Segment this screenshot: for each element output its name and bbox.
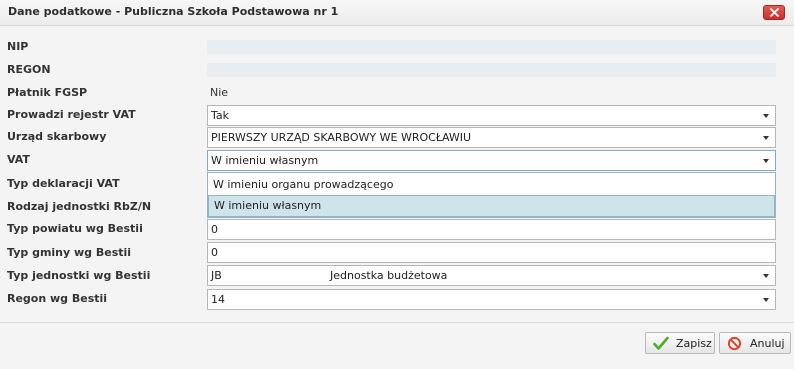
chevron-down-icon xyxy=(763,114,769,118)
close-x-icon xyxy=(770,8,779,17)
typ-gminy-label: Typ gminy wg Bestii xyxy=(7,246,132,259)
save-label: Zapisz xyxy=(676,337,712,350)
vat-value: W imieniu własnym xyxy=(211,154,319,167)
urzad-select[interactable]: PIERWSZY URZĄD SKARBOWY WE WROCŁAWIU xyxy=(207,127,776,148)
vat-select[interactable]: W imieniu własnym xyxy=(207,150,776,171)
platnik-fgsp-value: Nie xyxy=(210,86,229,99)
dialog-titlebar: Dane podatkowe - Publiczna Szkoła Podsta… xyxy=(0,0,794,26)
vat-dropdown-list: W imieniu organu prowadzącego W imieniu … xyxy=(207,172,776,218)
chevron-down-icon xyxy=(763,274,769,278)
vat-label: VAT xyxy=(7,153,30,166)
typ-jednostki-select[interactable]: JB Jednostka budżetowa xyxy=(207,265,776,286)
urzad-value: PIERWSZY URZĄD SKARBOWY WE WROCŁAWIU xyxy=(211,131,472,144)
dialog-title: Dane podatkowe - Publiczna Szkoła Podsta… xyxy=(8,5,339,18)
nip-label: NIP xyxy=(7,40,29,53)
cancel-label: Anuluj xyxy=(750,337,785,350)
typ-deklaracji-label: Typ deklaracji VAT xyxy=(7,177,120,190)
typ-gminy-input[interactable]: 0 xyxy=(207,242,776,263)
chevron-down-icon xyxy=(763,136,769,140)
regon-value xyxy=(207,63,776,77)
chevron-down-icon xyxy=(763,159,769,163)
nip-value xyxy=(207,40,776,54)
vat-option[interactable]: W imieniu organu prowadzącego xyxy=(208,174,775,196)
platnik-fgsp-label: Płatnik FGSP xyxy=(7,86,88,99)
urzad-label: Urząd skarbowy xyxy=(7,130,107,143)
cancel-icon xyxy=(727,336,742,351)
typ-gminy-value: 0 xyxy=(211,246,218,259)
save-button[interactable]: Zapisz xyxy=(645,332,715,354)
regon-bestii-value: 14 xyxy=(211,293,225,306)
regon-bestii-select[interactable]: 14 xyxy=(207,289,776,310)
typ-powiatu-input[interactable]: 0 xyxy=(207,219,776,240)
rodzaj-jednostki-label: Rodzaj jednostki RbZ/N xyxy=(7,200,152,213)
cancel-button[interactable]: Anuluj xyxy=(719,332,791,354)
typ-jednostki-code: JB xyxy=(211,269,222,282)
footer-divider xyxy=(0,322,794,323)
rejestr-vat-value: Tak xyxy=(211,109,230,122)
typ-powiatu-label: Typ powiatu wg Bestii xyxy=(7,222,143,235)
checkmark-icon xyxy=(653,336,669,350)
vat-option-selected[interactable]: W imieniu własnym xyxy=(208,195,775,217)
regon-bestii-label: Regon wg Bestii xyxy=(7,292,108,305)
rejestr-vat-label: Prowadzi rejestr VAT xyxy=(7,108,136,121)
chevron-down-icon xyxy=(763,298,769,302)
typ-powiatu-value: 0 xyxy=(211,223,218,236)
typ-jednostki-value: Jednostka budżetowa xyxy=(330,269,448,282)
typ-jednostki-label: Typ jednostki wg Bestii xyxy=(7,269,151,282)
close-button[interactable] xyxy=(763,5,785,20)
regon-label: REGON xyxy=(7,63,51,76)
rejestr-vat-select[interactable]: Tak xyxy=(207,105,776,126)
